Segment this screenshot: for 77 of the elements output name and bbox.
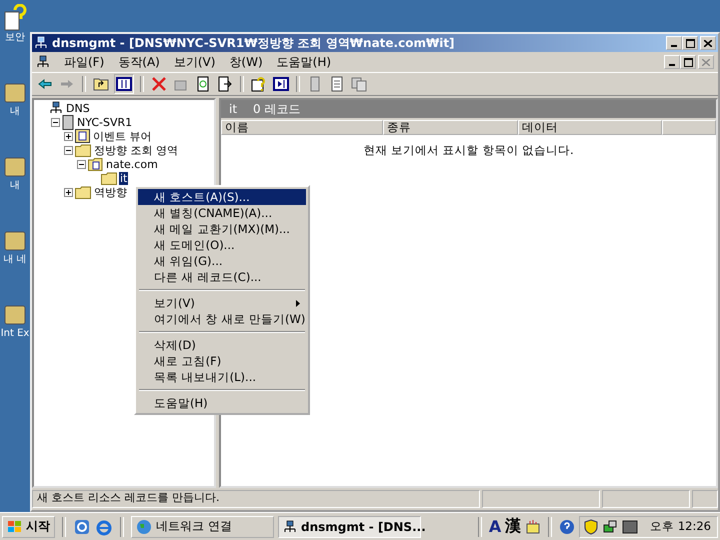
tree-item[interactable]: nate.com (105, 158, 159, 170)
menu-item[interactable]: 보기(V) (174, 54, 216, 70)
tree-item[interactable]: 정방향 조회 영역 (93, 142, 179, 158)
delete-icon[interactable] (150, 75, 168, 93)
node-name: it (229, 102, 238, 116)
restore-button[interactable] (680, 55, 696, 69)
desktop-icon-label: 내 네 (2, 254, 28, 266)
tree-toggle[interactable] (51, 118, 60, 126)
column-header[interactable]: 종류 (383, 120, 518, 135)
tree-item[interactable]: DNS (65, 102, 91, 114)
maximize-button[interactable] (682, 36, 698, 50)
taskbar-button[interactable]: 네트워크 연결 (131, 516, 274, 538)
zone-folder-icon (88, 157, 103, 171)
menu-item[interactable]: 새 위임(G)... (138, 253, 306, 269)
menu-item[interactable]: 도움말(H) (138, 395, 306, 411)
log-viewer-icon (75, 129, 90, 143)
folder-icon (101, 172, 117, 184)
desktop-icon-label: Int Ex (0, 328, 30, 340)
menu-item[interactable]: 새 도메인(O)... (138, 237, 306, 253)
menu-item[interactable]: 여기에서 창 새로 만들기(W) (138, 311, 306, 327)
column-header[interactable]: 데이터 (518, 120, 662, 135)
menu-item[interactable]: 새 호스트(A)(S)... (138, 189, 306, 205)
close-icon (702, 58, 710, 66)
export-icon[interactable] (216, 75, 234, 93)
close-icon (704, 40, 712, 46)
menu-item[interactable]: 동작(A) (118, 54, 160, 70)
network-connection-icon[interactable] (602, 518, 618, 534)
menu-item[interactable]: 삭제(D) (138, 337, 306, 353)
menu-item[interactable]: 다른 새 레코드(C)... (138, 269, 306, 285)
tree-toggle[interactable] (64, 146, 73, 154)
windows-logo-icon (7, 520, 23, 534)
server-icon (62, 114, 74, 130)
menu-item[interactable]: 목록 내보내기(L)... (138, 369, 306, 385)
tree-toggle[interactable] (64, 132, 73, 140)
window-title: dnsmgmt - [DNS₩NYC-SVR1₩정방향 조회 영역₩nate.com₩it] (52, 34, 456, 52)
menu-item[interactable]: 새 메일 교환기(MX)(M)... (138, 221, 306, 237)
menu-item[interactable]: 파일(F) (64, 54, 104, 70)
clock: 오후 12:26 (650, 519, 711, 534)
globe-icon (136, 518, 152, 534)
tree-item[interactable]: NYC-SVR1 (76, 116, 134, 128)
close-button[interactable] (700, 36, 716, 50)
copy-icon[interactable] (350, 75, 368, 93)
network-icon (34, 36, 48, 50)
help-icon[interactable] (559, 518, 576, 534)
network-icon (49, 101, 63, 115)
help-icon[interactable] (250, 75, 268, 93)
tree-toggle[interactable] (77, 160, 86, 168)
record-count: 0 레코드 (253, 100, 300, 118)
column-header[interactable]: 이름 (221, 120, 383, 135)
menu-item[interactable]: 새 별칭(CNAME)(A)... (138, 205, 306, 221)
action-pane-icon[interactable] (272, 75, 290, 93)
menu-item[interactable]: 창(W) (229, 54, 263, 70)
shield-warning-icon[interactable] (584, 518, 598, 534)
tree-item[interactable]: 역방향 (93, 184, 128, 200)
empty-message: 현재 보기에서 표시할 항목이 없습니다. (362, 142, 575, 158)
minimize-button[interactable] (664, 55, 680, 69)
network-icon[interactable] (36, 55, 50, 69)
minimize-button[interactable] (666, 36, 682, 50)
panel-toggle-icon[interactable] (114, 74, 134, 94)
status-text: 새 호스트 리소스 레코드를 만듭니다. (32, 490, 480, 508)
hanja-indicator[interactable]: 漢 (505, 516, 522, 537)
tree-item[interactable]: it (119, 172, 128, 184)
toolbox-icon[interactable] (525, 518, 542, 534)
folder-icon (75, 144, 91, 156)
start-button[interactable]: 시작 (2, 516, 55, 538)
desktop-icon-label: 내 (9, 180, 21, 192)
network-icon (283, 520, 297, 534)
menu-item[interactable]: 새로 고침(F) (138, 353, 306, 369)
tree-toggle[interactable] (64, 188, 73, 196)
tree-item[interactable]: 이벤트 뷰어 (92, 128, 152, 144)
menu-item[interactable]: 도움말(H) (276, 54, 332, 70)
input-mode-indicator[interactable]: A (488, 517, 502, 536)
desktop-icon-label: 내 (9, 106, 21, 118)
folder-icon (75, 186, 91, 198)
desktop-icon-label: 보안 (4, 32, 26, 44)
menu-item[interactable]: 보기(V) (138, 295, 306, 311)
status-pane (692, 490, 718, 508)
